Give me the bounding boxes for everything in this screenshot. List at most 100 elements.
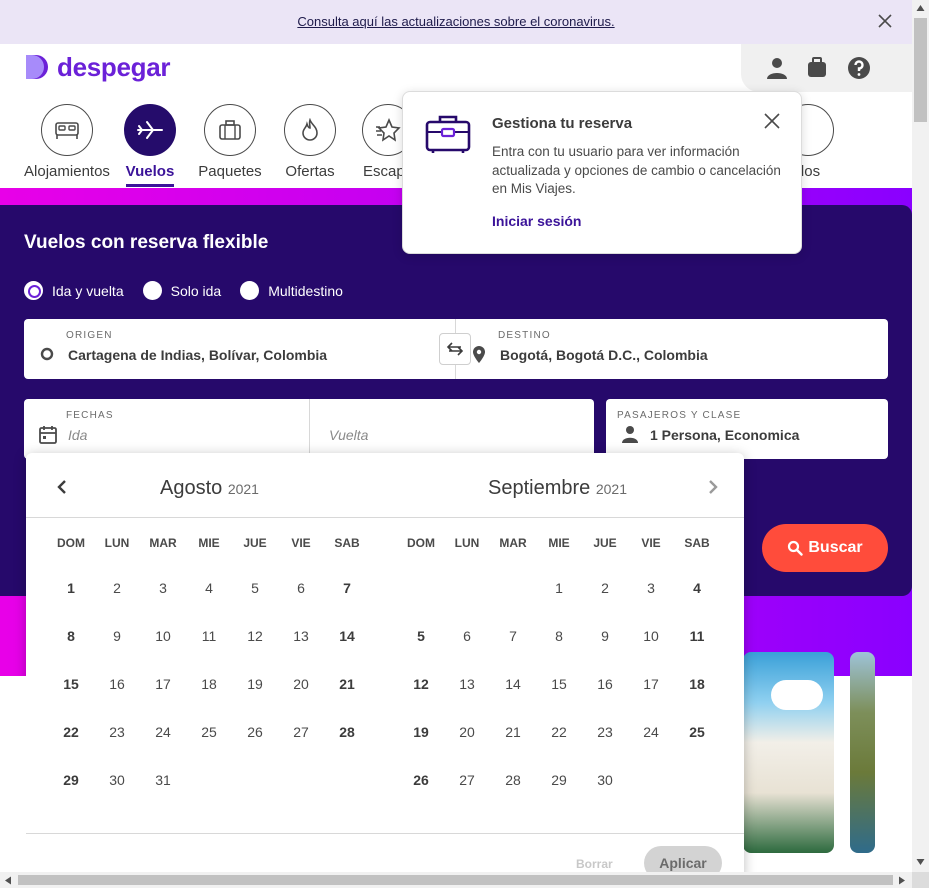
calendar-day[interactable]: 18 — [674, 664, 720, 704]
close-icon[interactable] — [763, 112, 781, 130]
calendar-day[interactable]: 22 — [536, 712, 582, 752]
calendar-day[interactable]: 9 — [582, 616, 628, 656]
chevron-left-icon[interactable] — [54, 479, 70, 495]
calendar-day[interactable]: 19 — [232, 664, 278, 704]
calendar-day[interactable]: 31 — [140, 760, 186, 800]
clear-button[interactable]: Borrar — [576, 857, 613, 871]
calendar-day[interactable]: 20 — [278, 664, 324, 704]
user-icon[interactable] — [765, 56, 789, 80]
calendar-day[interactable]: 26 — [398, 760, 444, 800]
calendar-day[interactable]: 12 — [232, 616, 278, 656]
calendar-day[interactable]: 9 — [94, 616, 140, 656]
calendar-day[interactable]: 24 — [628, 712, 674, 752]
calendar-day[interactable]: 1 — [536, 568, 582, 608]
calendar-day[interactable]: 3 — [140, 568, 186, 608]
calendar-day[interactable]: 12 — [398, 664, 444, 704]
calendar-day[interactable]: 14 — [490, 664, 536, 704]
calendar-day[interactable]: 25 — [674, 712, 720, 752]
calendar-day[interactable]: 20 — [444, 712, 490, 752]
calendar-day[interactable]: 1 — [48, 568, 94, 608]
calendar-day[interactable]: 25 — [186, 712, 232, 752]
search-button[interactable]: Buscar — [762, 524, 888, 572]
scrollbar-thumb[interactable] — [18, 875, 893, 885]
calendar-day[interactable]: 7 — [324, 568, 370, 608]
calendar-day[interactable]: 6 — [278, 568, 324, 608]
radio-button[interactable] — [240, 281, 260, 300]
scroll-left-icon[interactable] — [4, 876, 12, 885]
return-date-input[interactable]: Vuelta — [310, 399, 594, 459]
chevron-right-icon[interactable] — [705, 479, 721, 495]
calendar-day[interactable]: 19 — [398, 712, 444, 752]
calendar-day[interactable]: 23 — [582, 712, 628, 752]
calendar-day[interactable]: 18 — [186, 664, 232, 704]
suitcase-icon[interactable] — [805, 56, 829, 80]
calendar-day[interactable]: 26 — [232, 712, 278, 752]
vertical-scrollbar[interactable] — [912, 0, 929, 872]
promo-card-image[interactable] — [850, 652, 875, 853]
calendar-day[interactable]: 5 — [232, 568, 278, 608]
tooltip-text: Entra con tu usuario para ver informació… — [492, 144, 781, 196]
calendar-day[interactable]: 10 — [628, 616, 674, 656]
radio-one-way[interactable]: Solo ida — [142, 281, 221, 300]
radio-multi-city[interactable]: Multidestino — [240, 281, 343, 300]
month-name: Septiembre — [488, 477, 591, 499]
calendar-day[interactable]: 28 — [490, 760, 536, 800]
calendar-day[interactable]: 16 — [94, 664, 140, 704]
calendar-day[interactable]: 8 — [48, 616, 94, 656]
radio-round-trip[interactable]: Ida y vuelta — [24, 281, 124, 300]
star-icon — [376, 118, 401, 142]
radio-button[interactable] — [24, 281, 43, 300]
scroll-right-icon[interactable] — [898, 876, 906, 885]
radio-button[interactable] — [142, 281, 162, 300]
calendar-day[interactable]: 15 — [536, 664, 582, 704]
tab-alojamientos[interactable]: Alojamientos — [19, 104, 115, 184]
calendar-day[interactable]: 30 — [94, 760, 140, 800]
calendar-day[interactable]: 24 — [140, 712, 186, 752]
scroll-down-icon[interactable] — [916, 858, 925, 866]
calendar-day[interactable]: 3 — [628, 568, 674, 608]
calendar-day[interactable]: 27 — [278, 712, 324, 752]
calendar-day[interactable]: 21 — [490, 712, 536, 752]
calendar-day[interactable]: 7 — [490, 616, 536, 656]
calendar-day[interactable]: 13 — [278, 616, 324, 656]
calendar-day[interactable]: 11 — [674, 616, 720, 656]
calendar-day[interactable]: 29 — [48, 760, 94, 800]
calendar-day[interactable]: 17 — [140, 664, 186, 704]
origin-field[interactable]: ORIGEN Cartagena de Indias, Bolívar, Col… — [24, 319, 455, 379]
swap-route-button[interactable] — [439, 333, 471, 365]
calendar-day[interactable]: 28 — [324, 712, 370, 752]
calendar-day[interactable]: 5 — [398, 616, 444, 656]
calendar-day[interactable]: 2 — [582, 568, 628, 608]
calendar-day[interactable]: 23 — [94, 712, 140, 752]
destination-field[interactable]: DESTINO Bogotá, Bogotá D.C., Colombia — [456, 319, 888, 379]
calendar-day[interactable]: 2 — [94, 568, 140, 608]
passengers-field[interactable]: PASAJEROS Y CLASE 1 Persona, Economica — [606, 399, 888, 459]
calendar-day[interactable]: 4 — [674, 568, 720, 608]
calendar-day[interactable]: 6 — [444, 616, 490, 656]
help-icon[interactable] — [847, 56, 871, 80]
calendar-day[interactable]: 11 — [186, 616, 232, 656]
calendar-day[interactable]: 13 — [444, 664, 490, 704]
covid-banner-link[interactable]: Consulta aquí las actualizaciones sobre … — [0, 14, 912, 29]
calendar-day[interactable]: 29 — [536, 760, 582, 800]
login-link[interactable]: Iniciar sesión — [492, 213, 581, 229]
calendar-day[interactable]: 27 — [444, 760, 490, 800]
brand-logo[interactable]: despegar — [24, 53, 171, 81]
horizontal-scrollbar[interactable] — [0, 872, 912, 888]
calendar-day[interactable]: 30 — [582, 760, 628, 800]
calendar-day[interactable]: 15 — [48, 664, 94, 704]
calendar-day[interactable]: 14 — [324, 616, 370, 656]
depart-date-input[interactable]: FECHAS Ida — [24, 399, 309, 459]
apply-button[interactable]: Aplicar — [644, 846, 722, 872]
calendar-day[interactable]: 4 — [186, 568, 232, 608]
promo-card-image[interactable] — [743, 652, 834, 853]
scrollbar-thumb[interactable] — [914, 18, 927, 122]
calendar-day[interactable]: 21 — [324, 664, 370, 704]
close-icon[interactable] — [877, 13, 893, 29]
scroll-up-icon[interactable] — [916, 4, 925, 12]
calendar-day[interactable]: 22 — [48, 712, 94, 752]
calendar-day[interactable]: 8 — [536, 616, 582, 656]
calendar-day[interactable]: 16 — [582, 664, 628, 704]
calendar-day[interactable]: 17 — [628, 664, 674, 704]
calendar-day[interactable]: 10 — [140, 616, 186, 656]
